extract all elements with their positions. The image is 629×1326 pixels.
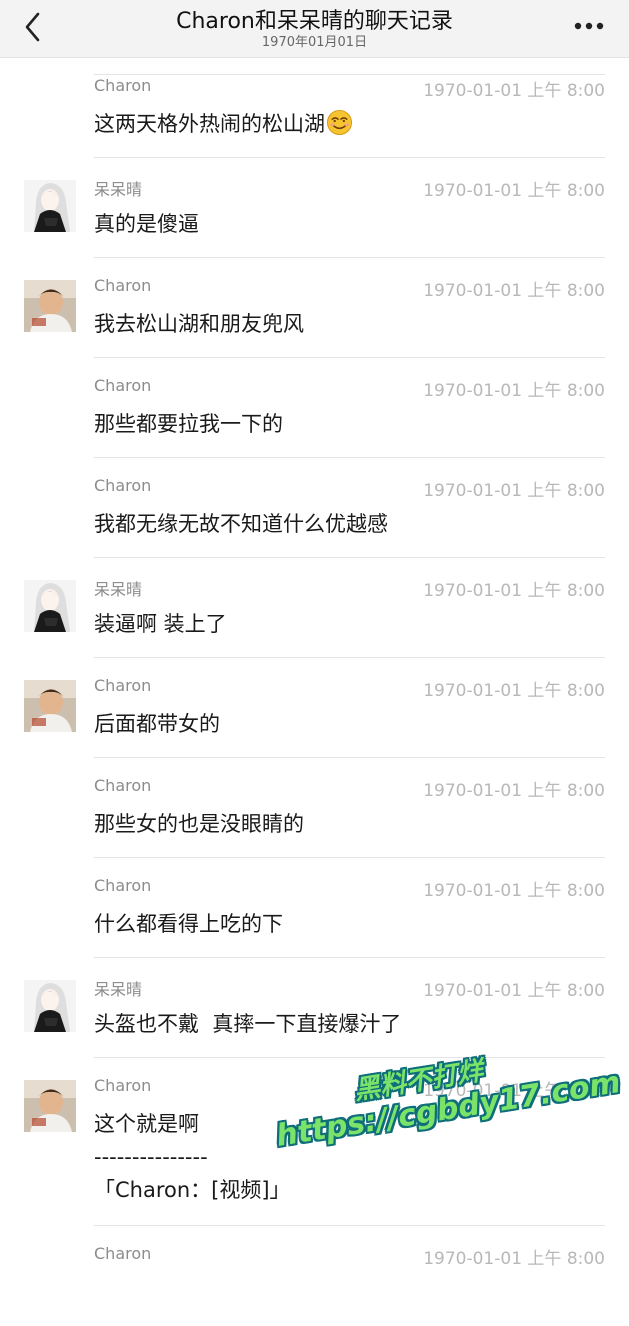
- message-time: 1970-01-01 上午 8:00: [423, 381, 605, 401]
- message-item[interactable]: Charon 1970-01-01 上午 8:00 什么都看得上吃的下: [0, 858, 629, 958]
- message-text: 头盔也不戴 真摔一下直接爆汁了: [94, 1012, 402, 1036]
- more-dots-icon[interactable]: [570, 14, 610, 38]
- message-item[interactable]: 呆呆晴 1970-01-01 上午 8:00 装逼啊 装上了: [0, 558, 629, 658]
- message-text: 这个就是啊 --------------- 「Charon：[视频]」: [94, 1108, 291, 1207]
- boy-avatar[interactable]: [24, 280, 76, 332]
- sender-name: 呆呆晴: [94, 980, 143, 999]
- boy-avatar[interactable]: [24, 1080, 76, 1132]
- sender-name: Charon: [94, 1244, 152, 1263]
- message-text: 这两天格外热闹的松山湖: [94, 108, 353, 141]
- message-line: ---------------: [94, 1145, 208, 1169]
- message-time: 1970-01-01 上午 8:00: [423, 881, 605, 901]
- message-time: 1970-01-01 上午 8:00: [423, 981, 605, 1001]
- message-item[interactable]: Charon 1970-01-01 上午 8:00 我都无缘无故不知道什么优越感: [0, 458, 629, 558]
- sender-name: 呆呆晴: [94, 580, 143, 599]
- sender-name: Charon: [94, 276, 152, 295]
- message-text: 什么都看得上吃的下: [94, 912, 283, 936]
- message-time: 1970-01-01 上午 8:00: [423, 81, 605, 101]
- chat-history-list[interactable]: Charon 1970-01-01 上午 8:00 这两天格外热闹的松山湖 呆呆…: [0, 58, 629, 1326]
- chevron-left-icon[interactable]: [18, 10, 48, 44]
- message-text: 我去松山湖和朋友兜风: [94, 312, 304, 336]
- message-item[interactable]: 呆呆晴 1970-01-01 上午 8:00 头盔也不戴 真摔一下直接爆汁了: [0, 958, 629, 1058]
- quoted-video-message[interactable]: 「Charon：[视频]」: [94, 1174, 291, 1207]
- message-item[interactable]: Charon 1970-01-01 上午 8:00 后面都带女的: [0, 658, 629, 758]
- message-item[interactable]: Charon 1970-01-01 上午 8:00: [0, 1226, 629, 1326]
- girl-avatar[interactable]: [24, 980, 76, 1032]
- message-time: 1970-01-01 上午 8:00: [423, 681, 605, 701]
- message-item[interactable]: Charon 1970-01-01 上午 8:00 这个就是啊 --------…: [0, 1058, 629, 1226]
- message-time: 1970-01-01 上午 8:00: [423, 281, 605, 301]
- message-item[interactable]: Charon 1970-01-01 上午 8:00 那些都要拉我一下的: [0, 358, 629, 458]
- message-item[interactable]: Charon 1970-01-01 上午 8:00 那些女的也是没眼睛的: [0, 758, 629, 858]
- message-text: 真的是傻逼: [94, 212, 199, 236]
- message-text: 那些都要拉我一下的: [94, 412, 283, 436]
- sender-name: Charon: [94, 876, 152, 895]
- message-time: 1970-01-01 上午 8:00: [423, 581, 605, 601]
- sender-name: Charon: [94, 376, 152, 395]
- message-time: 1970-01-01 上午 8:00: [423, 1249, 605, 1269]
- sender-name: 呆呆晴: [94, 180, 143, 199]
- message-time: 1970-01-01 上午 8:00: [423, 1081, 605, 1101]
- top-nav-bar: Charon和呆呆晴的聊天记录 1970年01月01日: [0, 0, 629, 58]
- message-time: 1970-01-01 上午 8:00: [423, 481, 605, 501]
- message-text: 装逼啊 装上了: [94, 612, 227, 636]
- message-line: 这个就是啊: [94, 1112, 199, 1136]
- sender-name: Charon: [94, 676, 152, 695]
- sender-name: Charon: [94, 1076, 152, 1095]
- girl-avatar[interactable]: [24, 180, 76, 232]
- girl-avatar[interactable]: [24, 580, 76, 632]
- page-subtitle: 1970年01月01日: [261, 35, 368, 50]
- message-item[interactable]: 呆呆晴 1970-01-01 上午 8:00 真的是傻逼: [0, 158, 629, 258]
- sender-name: Charon: [94, 76, 152, 95]
- message-text: 我都无缘无故不知道什么优越感: [94, 512, 388, 536]
- sender-name: Charon: [94, 476, 152, 495]
- smiling-face-icon: [326, 109, 353, 136]
- message-time: 1970-01-01 上午 8:00: [423, 781, 605, 801]
- boy-avatar[interactable]: [24, 680, 76, 732]
- message-item[interactable]: Charon 1970-01-01 上午 8:00 这两天格外热闹的松山湖: [0, 58, 629, 158]
- message-text: 那些女的也是没眼睛的: [94, 812, 304, 836]
- sender-name: Charon: [94, 776, 152, 795]
- message-time: 1970-01-01 上午 8:00: [423, 181, 605, 201]
- message-item[interactable]: Charon 1970-01-01 上午 8:00 我去松山湖和朋友兜风: [0, 258, 629, 358]
- message-text: 后面都带女的: [94, 712, 220, 736]
